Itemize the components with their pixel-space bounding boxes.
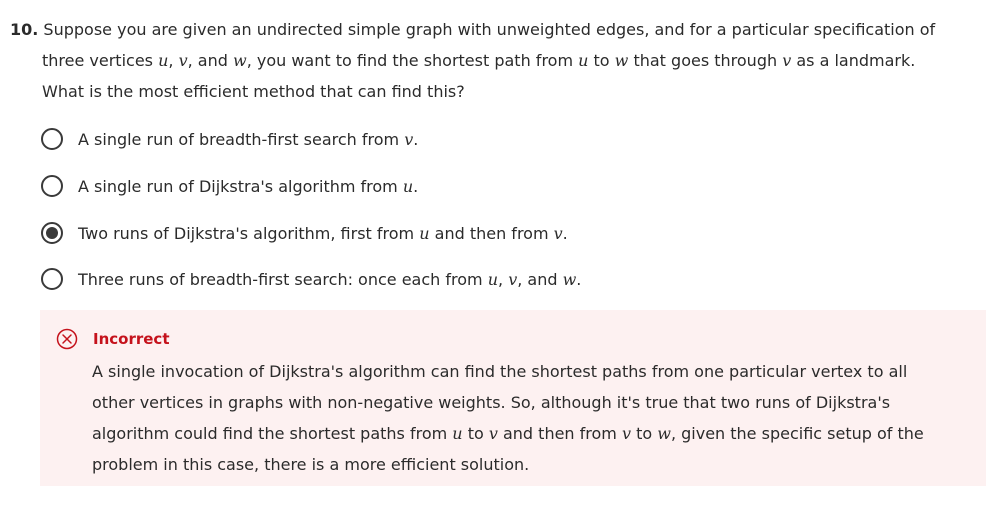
- option-text: .: [413, 129, 419, 149]
- option-text: ,: [498, 269, 509, 289]
- math-var: u: [452, 424, 463, 443]
- option-text: A single run of Dijkstra's algorithm fro…: [78, 176, 403, 196]
- math-var: u: [158, 51, 169, 70]
- math-var: v: [553, 223, 563, 243]
- option-text: Two runs of Dijkstra's algorithm, first …: [78, 223, 420, 243]
- option-4[interactable]: Three runs of breadth-first search: once…: [41, 264, 581, 294]
- feedback-text: to: [462, 424, 489, 443]
- option-2[interactable]: A single run of Dijkstra's algorithm fro…: [41, 171, 418, 201]
- option-text: .: [562, 223, 568, 243]
- question-text-part: Suppose you are given an undirected simp…: [38, 20, 936, 39]
- option-1[interactable]: A single run of breadth-first search fro…: [41, 124, 418, 154]
- feedback-explanation: A single invocation of Dijkstra's algori…: [92, 325, 924, 480]
- math-var: v: [621, 424, 632, 443]
- option-text: and then from: [429, 223, 554, 243]
- math-var: w: [657, 424, 671, 443]
- radio-button[interactable]: [41, 268, 63, 290]
- math-var: w: [232, 51, 247, 70]
- math-var: w: [562, 269, 577, 289]
- radio-button[interactable]: [41, 128, 63, 150]
- math-var: u: [578, 51, 589, 70]
- question-text-part: three vertices: [42, 51, 159, 70]
- x-circle-icon: [56, 328, 78, 350]
- question-text-part: , you want to find the shortest path fro…: [246, 51, 579, 70]
- feedback-line-4: problem in this case, there is a more ef…: [92, 455, 530, 474]
- math-var: u: [419, 223, 430, 243]
- math-var: w: [614, 51, 629, 70]
- question-line-2: three vertices u, v, and w, you want to …: [10, 45, 985, 76]
- feedback-panel: Incorrect A single invocation of Dijkstr…: [40, 310, 986, 486]
- question-text: 10. Suppose you are given an undirected …: [10, 14, 985, 107]
- question-number: 10.: [10, 20, 39, 39]
- option-3[interactable]: Two runs of Dijkstra's algorithm, first …: [41, 218, 568, 248]
- option-text: , and: [517, 269, 563, 289]
- question-text-part: that goes through: [628, 51, 783, 70]
- feedback-text: algorithm could find the shortest paths …: [92, 424, 453, 443]
- question-text-part: ,: [168, 51, 179, 70]
- option-label: Two runs of Dijkstra's algorithm, first …: [78, 224, 568, 243]
- question-line-1: 10. Suppose you are given an undirected …: [10, 14, 985, 45]
- option-label: A single run of breadth-first search fro…: [78, 130, 418, 149]
- radio-button-selected[interactable]: [41, 222, 63, 244]
- feedback-line-2: other vertices in graphs with non-negati…: [92, 393, 891, 412]
- feedback-line-1: A single invocation of Dijkstra's algori…: [92, 362, 908, 381]
- option-text: A single run of breadth-first search fro…: [78, 129, 405, 149]
- option-label: Three runs of breadth-first search: once…: [78, 270, 581, 289]
- math-var: v: [782, 51, 792, 70]
- question-text-part: , and: [187, 51, 233, 70]
- math-var: u: [487, 269, 499, 289]
- option-text: Three runs of breadth-first search: once…: [78, 269, 488, 289]
- math-var: v: [488, 424, 498, 443]
- math-var: u: [402, 176, 414, 196]
- option-text: .: [413, 176, 419, 196]
- radio-button[interactable]: [41, 175, 63, 197]
- feedback-text: , given the specific setup of the: [670, 424, 924, 443]
- option-label: A single run of Dijkstra's algorithm fro…: [78, 177, 418, 196]
- feedback-text: to: [631, 424, 658, 443]
- question-line-3: What is the most efficient method that c…: [42, 82, 465, 101]
- math-var: v: [404, 129, 414, 149]
- feedback-line-3: algorithm could find the shortest paths …: [92, 418, 924, 449]
- question-text-part: as a landmark.: [791, 51, 916, 70]
- feedback-text: and then from: [497, 424, 622, 443]
- question-text-part: to: [588, 51, 615, 70]
- option-text: .: [576, 269, 582, 289]
- math-var: v: [178, 51, 188, 70]
- math-var: v: [508, 269, 518, 289]
